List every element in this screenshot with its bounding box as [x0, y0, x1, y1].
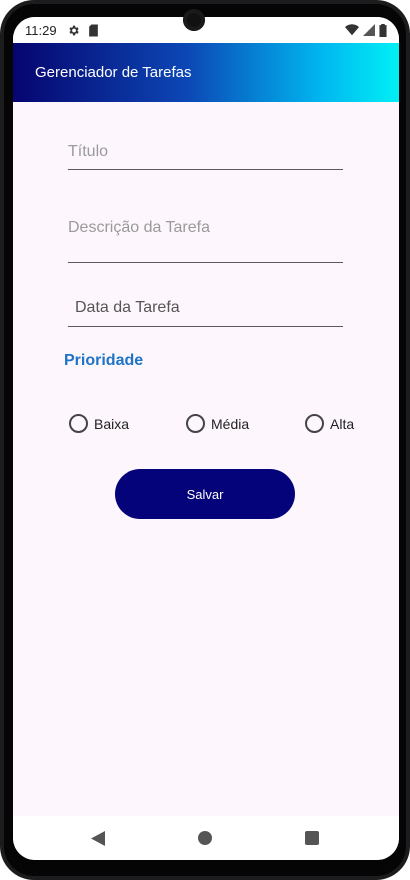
radio-circle-icon[interactable]: [186, 414, 205, 433]
status-right-icons: [345, 23, 387, 37]
home-button[interactable]: [196, 829, 214, 847]
save-button[interactable]: Salvar: [115, 469, 295, 519]
description-field-container: [68, 219, 343, 263]
priority-label: Prioridade: [64, 352, 144, 369]
back-icon: [91, 830, 105, 846]
front-camera: [183, 9, 205, 31]
back-button[interactable]: [89, 829, 107, 847]
wifi-icon: [345, 24, 359, 36]
recents-icon: [305, 831, 319, 845]
status-bar: 11:29: [13, 17, 399, 43]
radio-label-alta: Alta: [330, 415, 355, 432]
radio-baixa[interactable]: Baixa: [69, 414, 129, 433]
app-bar: Gerenciador de Tarefas: [13, 43, 399, 102]
date-field-container: [68, 299, 343, 327]
radio-label-media: Média: [211, 415, 250, 432]
radio-label-baixa: Baixa: [94, 415, 130, 432]
home-icon: [198, 831, 212, 845]
status-left-icons: [67, 24, 99, 37]
radio-media[interactable]: Média: [186, 414, 249, 433]
phone-screen: 11:29 Gerenciador de Tarefas Título Desc…: [13, 17, 399, 860]
title-input[interactable]: [68, 143, 343, 161]
description-input[interactable]: [68, 219, 343, 237]
app-title: Gerenciador de Tarefas: [35, 64, 192, 81]
battery-icon: [379, 23, 387, 37]
radio-circle-icon[interactable]: [69, 414, 88, 433]
signal-icon: [363, 24, 375, 36]
sd-card-icon: [88, 24, 98, 36]
device-frame: 11:29 Gerenciador de Tarefas Título Desc…: [0, 0, 410, 880]
recents-button[interactable]: [303, 829, 321, 847]
title-field-container: [68, 143, 343, 170]
date-input[interactable]: [75, 299, 343, 317]
radio-circle-icon[interactable]: [305, 414, 324, 433]
navigation-bar: [13, 816, 399, 860]
priority-radio-group: Baixa Média Alta: [69, 414, 369, 436]
gear-icon: [68, 25, 79, 35]
radio-alta[interactable]: Alta: [305, 414, 354, 433]
status-time: 11:29: [25, 22, 57, 38]
